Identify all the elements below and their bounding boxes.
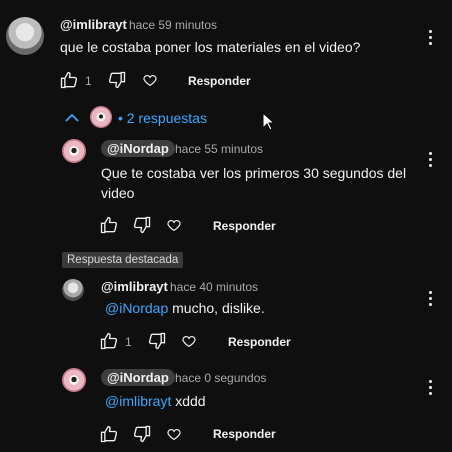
reply-button[interactable]: Responder (213, 219, 276, 233)
like-icon[interactable] (99, 424, 119, 444)
like-icon[interactable] (59, 70, 79, 90)
reply-timestamp[interactable]: hace 40 minutos (170, 280, 258, 294)
like-icon[interactable] (99, 331, 119, 351)
reply-menu-button[interactable] (429, 380, 433, 398)
heart-icon[interactable] (181, 333, 197, 349)
dislike-icon[interactable] (107, 70, 127, 90)
reply-text-line: Que te costaba ver los primeros 30 segun… (101, 165, 407, 181)
dislike-icon[interactable] (147, 331, 167, 351)
reply-text: @iNordap mucho, dislike. (105, 298, 265, 318)
reply-avatar[interactable] (62, 279, 84, 301)
reply-timestamp[interactable]: hace 55 minutos (175, 142, 263, 156)
reply-body: mucho, dislike. (172, 300, 265, 316)
comment-text: que le costaba poner los materiales en e… (60, 39, 361, 55)
reply-author[interactable]: @iNordap (101, 369, 175, 386)
reply-author[interactable]: @iNordap (101, 140, 175, 157)
dislike-icon[interactable] (132, 215, 152, 235)
reply-text: @imlibrayt xddd (105, 391, 206, 411)
highlighted-reply-badge: Respuesta destacada (62, 252, 184, 268)
kebab-dot-icon (429, 30, 432, 33)
replies-count: 2 respuestas (126, 110, 207, 126)
reply-author[interactable]: @imlibrayt (101, 279, 168, 294)
reply-menu-button[interactable] (429, 152, 433, 170)
reply-timestamp[interactable]: hace 0 segundos (175, 371, 266, 385)
reply-text-line: video (101, 185, 135, 201)
reply-like-count: 1 (125, 335, 132, 349)
commenter-avatar[interactable] (6, 17, 44, 55)
dislike-icon[interactable] (132, 424, 152, 444)
reply-text: Que te costaba ver los primeros 30 segun… (101, 163, 406, 203)
comment-timestamp[interactable]: hace 59 minutos (129, 18, 217, 32)
like-icon[interactable] (99, 215, 119, 235)
comment-author[interactable]: @imlibrayt (60, 17, 127, 32)
mention-link[interactable]: @iNordap (105, 300, 168, 316)
mention-link[interactable]: @imlibrayt (105, 393, 171, 409)
mouse-cursor-icon (262, 112, 275, 131)
reply-body: xddd (175, 393, 206, 409)
heart-icon[interactable] (166, 426, 182, 442)
comment-like-count: 1 (85, 74, 92, 88)
reply-author-avatar (90, 106, 112, 128)
heart-icon[interactable] (166, 217, 182, 233)
reply-menu-button[interactable] (429, 291, 433, 309)
reply-avatar[interactable] (62, 139, 86, 163)
reply-button[interactable]: Responder (228, 335, 291, 349)
reply-button[interactable]: Responder (213, 427, 276, 441)
reply-button[interactable]: Responder (188, 74, 251, 88)
reply-avatar[interactable] (62, 368, 86, 392)
heart-icon[interactable] (142, 72, 158, 88)
replies-toggle[interactable]: • 2 respuestas (118, 110, 207, 126)
chevron-up-icon[interactable] (65, 112, 79, 124)
comment-menu-button[interactable] (429, 30, 433, 48)
